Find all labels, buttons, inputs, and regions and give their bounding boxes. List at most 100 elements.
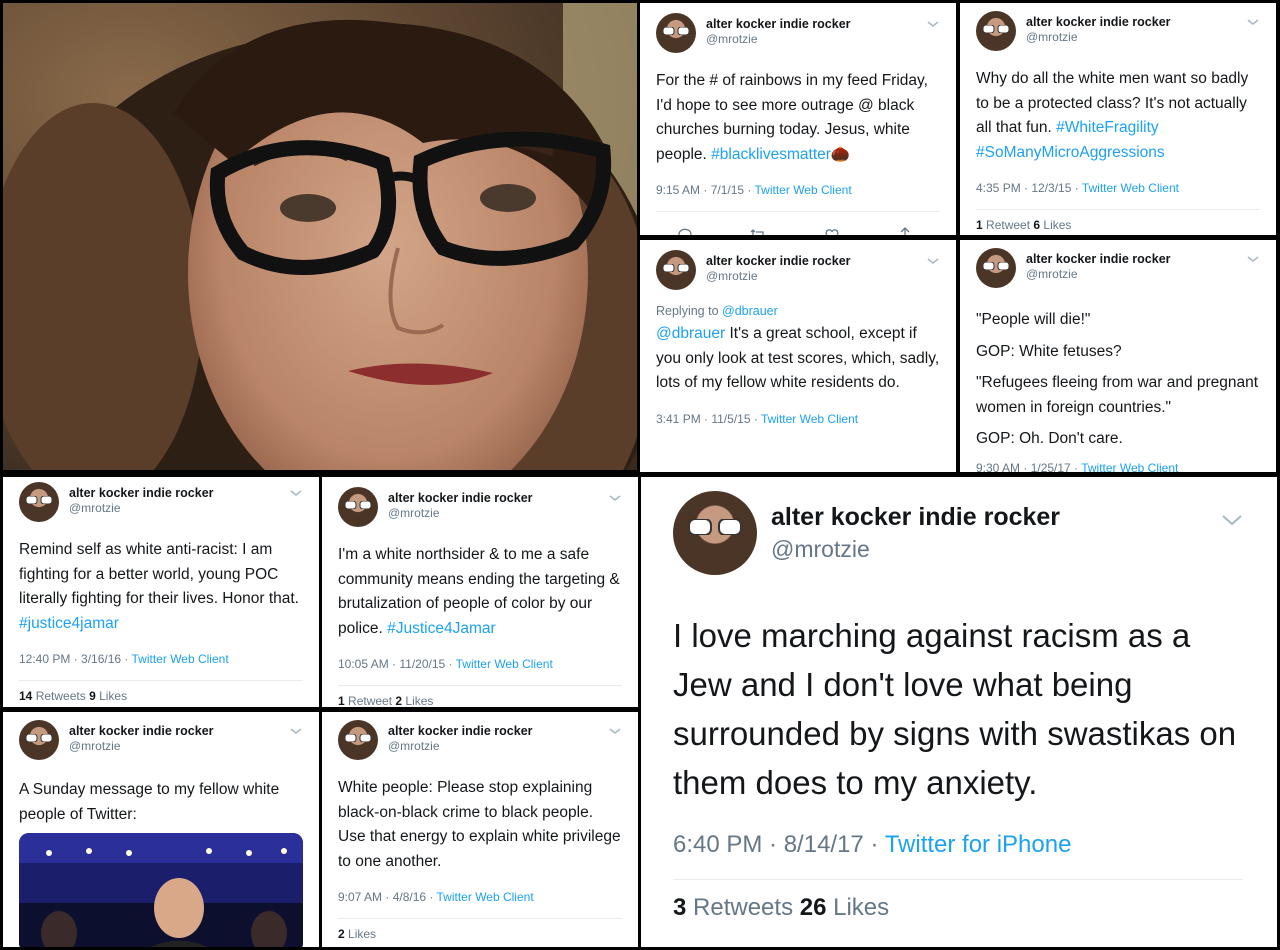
engagement-stats: 1 Retweet 2 Likes bbox=[338, 694, 434, 707]
tweet-header: alter kocker indie rocker @mrotzie bbox=[656, 13, 940, 57]
engagement-stats: 2 Likes bbox=[338, 927, 377, 941]
client-link[interactable]: Twitter Web Client bbox=[1081, 461, 1178, 473]
retweet-count[interactable]: 1 bbox=[338, 694, 345, 707]
retweet-icon[interactable] bbox=[749, 226, 767, 235]
tweet-card-protected-class[interactable]: alter kocker indie rocker @mrotzie Why d… bbox=[960, 3, 1276, 235]
avatar[interactable] bbox=[338, 720, 378, 760]
tweet-card-anti-racist[interactable]: alter kocker indie rocker @mrotzie Remin… bbox=[3, 477, 319, 707]
like-icon[interactable] bbox=[823, 226, 841, 235]
user-handle[interactable]: @mrotzie bbox=[69, 501, 121, 515]
tweet-timestamp: 9:15 AM · 7/1/15 · Twitter Web Client bbox=[656, 183, 852, 197]
reply-icon[interactable] bbox=[676, 226, 694, 235]
hashtag-link[interactable]: #Justice4Jamar bbox=[387, 620, 496, 637]
display-name[interactable]: alter kocker indie rocker bbox=[69, 724, 214, 738]
display-name[interactable]: alter kocker indie rocker bbox=[69, 486, 214, 500]
tweet-timestamp: 12:40 PM · 3/16/16 · Twitter Web Client bbox=[19, 652, 229, 666]
chevron-down-icon[interactable] bbox=[289, 726, 303, 736]
hashtag-link[interactable]: #blacklivesmatter bbox=[711, 146, 831, 163]
avatar[interactable] bbox=[19, 482, 59, 522]
tweet-header: alter kocker indie rocker @mrotzie bbox=[656, 250, 940, 294]
chevron-down-icon[interactable] bbox=[289, 488, 303, 498]
user-handle[interactable]: @mrotzie bbox=[388, 506, 440, 520]
client-link[interactable]: Twitter Web Client bbox=[755, 183, 852, 197]
like-count[interactable]: 9 bbox=[89, 689, 96, 703]
tweet-line: "Refugees fleeing from war and pregnant … bbox=[976, 374, 1259, 416]
engagement-stats: 14 Retweets 9 Likes bbox=[19, 689, 128, 703]
retweet-count[interactable]: 1 bbox=[976, 218, 983, 232]
tweet-header: alter kocker indie rocker @mrotzie bbox=[338, 720, 622, 764]
hashtag-link[interactable]: #SoManyMicroAggressions bbox=[976, 144, 1165, 161]
chevron-down-icon[interactable] bbox=[1221, 513, 1243, 527]
avatar[interactable] bbox=[976, 11, 1016, 51]
tweet-card-marching[interactable]: alter kocker indie rocker @mrotzie I lov… bbox=[641, 477, 1277, 947]
tweet-header: alter kocker indie rocker @mrotzie bbox=[976, 248, 1260, 292]
hashtag-link[interactable]: #justice4jamar bbox=[19, 615, 119, 632]
tweet-timestamp: 4:35 PM · 12/3/15 · Twitter Web Client bbox=[976, 181, 1179, 195]
avatar[interactable] bbox=[19, 720, 59, 760]
tweet-header: alter kocker indie rocker @mrotzie bbox=[976, 11, 1260, 55]
mention-link[interactable]: @dbrauer bbox=[656, 325, 725, 342]
tweet-text: @dbrauer It's a great school, except if … bbox=[656, 325, 940, 391]
hashtag-link[interactable]: #WhiteFragility bbox=[1056, 119, 1159, 136]
chevron-down-icon[interactable] bbox=[608, 493, 622, 503]
avatar[interactable] bbox=[976, 248, 1016, 288]
avatar[interactable] bbox=[656, 13, 696, 53]
user-handle[interactable]: @mrotzie bbox=[69, 739, 121, 753]
tweet-timestamp: 3:41 PM · 11/5/15 · Twitter Web Client bbox=[656, 411, 859, 426]
share-icon[interactable] bbox=[896, 226, 914, 235]
tweet-text: I love marching against racism as a Jew … bbox=[673, 617, 1237, 801]
tweet-card-rainbows[interactable]: alter kocker indie rocker @mrotzie For t… bbox=[640, 3, 956, 235]
tweet-media-image[interactable] bbox=[19, 833, 303, 947]
avatar[interactable] bbox=[338, 487, 378, 527]
tweet-actions bbox=[656, 226, 940, 235]
display-name[interactable]: alter kocker indie rocker bbox=[1026, 252, 1171, 266]
tweet-card-gop[interactable]: alter kocker indie rocker @mrotzie "Peop… bbox=[960, 240, 1276, 472]
client-link[interactable]: Twitter Web Client bbox=[761, 412, 858, 426]
tweet-timestamp: 9:07 AM · 4/8/16 · Twitter Web Client bbox=[338, 890, 534, 904]
client-link[interactable]: Twitter Web Client bbox=[1082, 181, 1179, 195]
like-count[interactable]: 2 bbox=[338, 927, 345, 941]
retweet-count[interactable]: 3 bbox=[673, 894, 686, 921]
engagement-stats: 1 Retweet 6 Likes bbox=[976, 218, 1072, 232]
user-handle[interactable]: @mrotzie bbox=[771, 536, 870, 563]
client-link[interactable]: Twitter Web Client bbox=[437, 890, 534, 904]
tweet-header: alter kocker indie rocker @mrotzie bbox=[673, 491, 1243, 581]
tweet-text: Remind self as white anti-racist: I am f… bbox=[19, 541, 299, 632]
display-name[interactable]: alter kocker indie rocker bbox=[706, 254, 851, 268]
replying-to: Replying to @dbrauer bbox=[656, 304, 778, 318]
chevron-down-icon[interactable] bbox=[1246, 254, 1260, 264]
emoji-icon: 🌰 bbox=[830, 145, 851, 163]
like-count[interactable]: 26 bbox=[800, 894, 827, 921]
avatar[interactable] bbox=[673, 491, 757, 575]
display-name[interactable]: alter kocker indie rocker bbox=[1026, 15, 1171, 29]
tweet-card-great-school[interactable]: alter kocker indie rocker @mrotzie Reply… bbox=[640, 240, 956, 472]
client-link[interactable]: Twitter Web Client bbox=[132, 652, 229, 666]
divider bbox=[656, 211, 940, 212]
engagement-stats: 3 Retweets 26 Likes bbox=[673, 894, 890, 921]
user-handle[interactable]: @mrotzie bbox=[706, 269, 758, 283]
user-handle[interactable]: @mrotzie bbox=[1026, 267, 1078, 281]
user-handle[interactable]: @mrotzie bbox=[388, 739, 440, 753]
tweet-text: White people: Please stop explaining bla… bbox=[338, 779, 621, 870]
display-name[interactable]: alter kocker indie rocker bbox=[388, 724, 533, 738]
retweet-count[interactable]: 14 bbox=[19, 689, 32, 703]
client-link[interactable]: Twitter Web Client bbox=[456, 657, 553, 671]
tweet-card-explaining[interactable]: alter kocker indie rocker @mrotzie White… bbox=[322, 712, 638, 947]
user-handle[interactable]: @mrotzie bbox=[706, 32, 758, 46]
tweet-card-sunday-message[interactable]: alter kocker indie rocker @mrotzie A Sun… bbox=[3, 712, 319, 947]
display-name[interactable]: alter kocker indie rocker bbox=[706, 17, 851, 31]
tweet-text: For the # of rainbows in my feed Friday,… bbox=[656, 72, 928, 163]
tweet-text: I'm a white northsider & to me a safe co… bbox=[338, 546, 620, 637]
chevron-down-icon[interactable] bbox=[608, 726, 622, 736]
chevron-down-icon[interactable] bbox=[926, 19, 940, 29]
tweet-text: Why do all the white men want so badly t… bbox=[976, 70, 1249, 161]
chevron-down-icon[interactable] bbox=[926, 256, 940, 266]
chevron-down-icon[interactable] bbox=[1246, 17, 1260, 27]
avatar[interactable] bbox=[656, 250, 696, 290]
client-link[interactable]: Twitter for iPhone bbox=[885, 831, 1072, 858]
display-name[interactable]: alter kocker indie rocker bbox=[771, 503, 1060, 532]
tweet-card-northsider[interactable]: alter kocker indie rocker @mrotzie I'm a… bbox=[322, 477, 638, 707]
user-handle[interactable]: @mrotzie bbox=[1026, 30, 1078, 44]
display-name[interactable]: alter kocker indie rocker bbox=[388, 491, 533, 505]
reply-mention-link[interactable]: @dbrauer bbox=[722, 304, 778, 318]
